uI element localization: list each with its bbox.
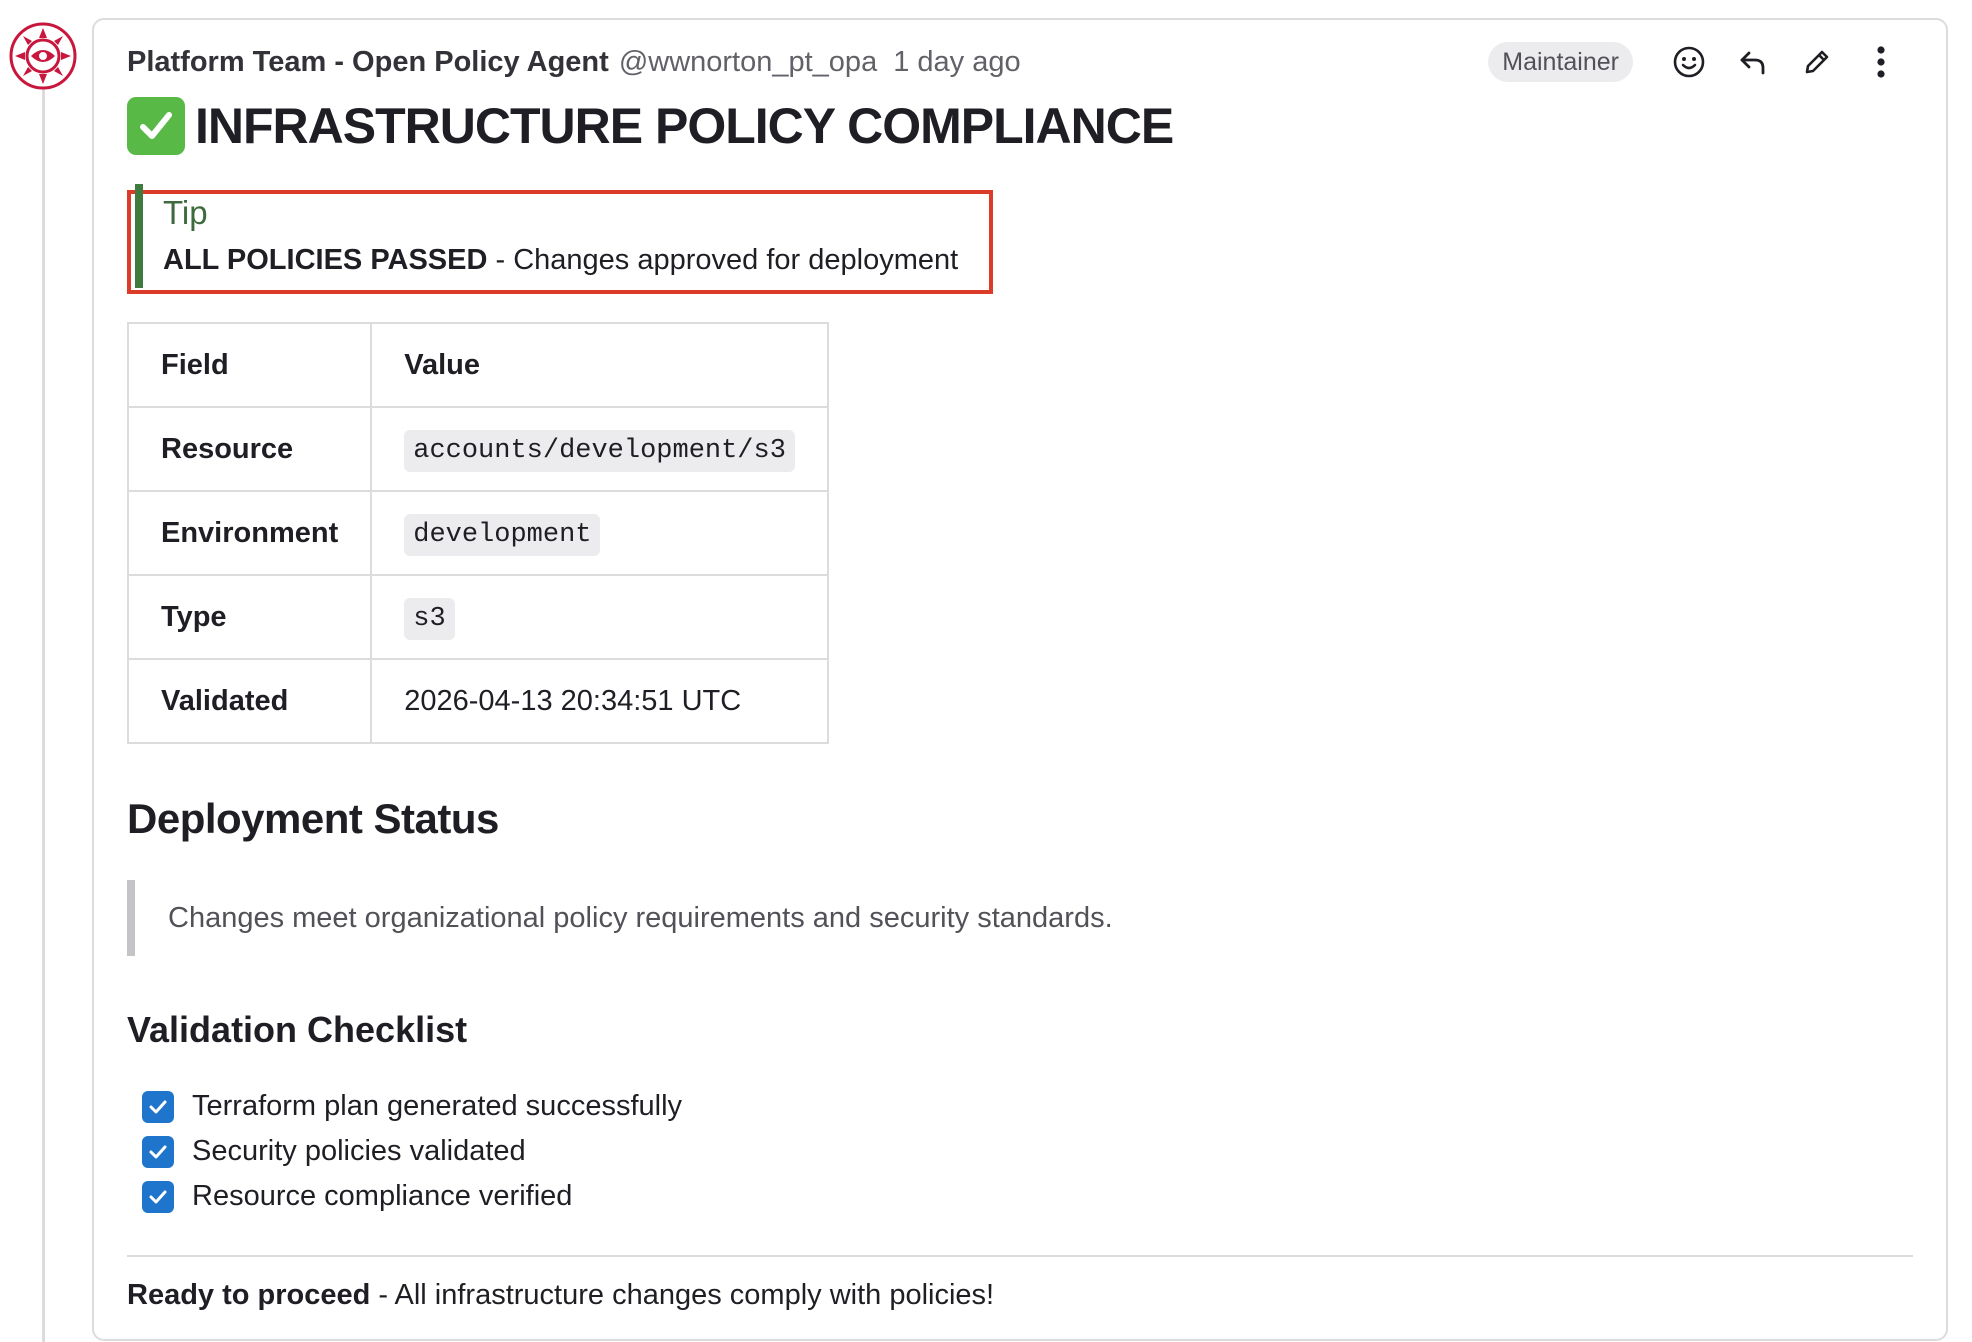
avatar-logo-icon <box>9 22 77 90</box>
checklist-item-label: Security policies validated <box>192 1135 526 1167</box>
checklist-item-label: Resource compliance verified <box>192 1180 573 1212</box>
kebab-menu-icon <box>1877 46 1885 78</box>
tip-text: - Changes approved for deployment <box>487 244 959 276</box>
tip-bold-text: ALL POLICIES PASSED <box>163 244 488 276</box>
tip-alert: Tip ALL POLICIES PASSED - Changes approv… <box>127 184 993 294</box>
note-body: INFRASTRUCTURE POLICY COMPLIANCE Tip ALL… <box>126 90 1913 1312</box>
page-title: INFRASTRUCTURE POLICY COMPLIANCE <box>127 90 1913 162</box>
checkmark-icon <box>149 1145 167 1158</box>
inline-code: development <box>404 514 601 556</box>
table-cell-value: 2026-04-13 20:34:51 UTC <box>370 658 829 744</box>
checklist-item: Security policies validated <box>142 1129 1913 1174</box>
table-cell-value: s3 <box>370 574 829 660</box>
checklist-item-label: Terraform plan generated successfully <box>192 1090 683 1122</box>
emoji-reaction-icon <box>1673 46 1705 78</box>
table-row: Resource accounts/development/s3 <box>126 406 829 492</box>
table-header-field: Field <box>126 322 373 408</box>
validation-checklist: Terraform plan generated successfully Se… <box>127 1084 1913 1219</box>
table-cell-field: Type <box>126 574 373 660</box>
checkbox-checked[interactable] <box>142 1135 174 1168</box>
table-cell-field: Validated <box>126 658 373 744</box>
footer-text: - All infrastructure changes comply with… <box>370 1279 995 1311</box>
edit-button[interactable] <box>1785 40 1849 84</box>
author-handle[interactable]: @wwnorton_pt_opa <box>619 46 877 79</box>
tip-accent-bar <box>135 184 143 288</box>
table-cell-field: Environment <box>126 490 373 576</box>
validation-checklist-heading: Validation Checklist <box>127 1009 468 1050</box>
avatar[interactable] <box>9 22 77 90</box>
deployment-status-heading: Deployment Status <box>127 795 499 842</box>
note-timestamp[interactable]: 1 day ago <box>893 46 1020 79</box>
footer-message: Ready to proceed - All infrastructure ch… <box>127 1279 1913 1312</box>
footer-bold-text: Ready to proceed <box>127 1279 371 1311</box>
check-mark-emoji-icon <box>127 97 185 155</box>
table-row: Type s3 <box>126 574 829 660</box>
inline-code: s3 <box>404 598 455 640</box>
note-card: Platform Team - Open Policy Agent @wwnor… <box>92 18 1948 1341</box>
table-cell-value: development <box>370 490 829 576</box>
note-actions: Maintainer <box>1488 42 1913 82</box>
tip-message: ALL POLICIES PASSED - Changes approved f… <box>163 244 958 277</box>
table-header-value: Value <box>370 322 829 408</box>
add-reaction-button[interactable] <box>1657 40 1721 84</box>
table-header-row: Field Value <box>126 322 829 408</box>
reply-icon <box>1740 51 1765 75</box>
reply-button[interactable] <box>1721 40 1785 84</box>
title-text: INFRASTRUCTURE POLICY COMPLIANCE <box>195 98 1174 154</box>
checkmark-icon <box>149 1190 167 1203</box>
deployment-quote: Changes meet organizational policy requi… <box>127 880 1913 956</box>
table-cell-field: Resource <box>126 406 373 492</box>
table-cell-value: accounts/development/s3 <box>370 406 829 492</box>
more-actions-button[interactable] <box>1849 40 1913 84</box>
checkbox-checked[interactable] <box>142 1090 174 1123</box>
checkbox-checked[interactable] <box>142 1180 174 1213</box>
note-header: Platform Team - Open Policy Agent @wwnor… <box>127 42 1913 82</box>
author-name[interactable]: Platform Team - Open Policy Agent <box>127 46 609 79</box>
checklist-item: Terraform plan generated successfully <box>142 1084 1913 1129</box>
inline-code: accounts/development/s3 <box>404 430 795 472</box>
checkmark-icon <box>149 1100 167 1113</box>
checklist-item: Resource compliance verified <box>142 1174 1913 1219</box>
divider <box>127 1255 1913 1257</box>
details-table: Field Value Resource accounts/developmen… <box>126 322 829 744</box>
timeline-line <box>42 85 45 1342</box>
table-row: Environment development <box>126 490 829 576</box>
tip-label: Tip <box>163 194 208 231</box>
table-row: Validated 2026-04-13 20:34:51 UTC <box>126 658 829 744</box>
pencil-icon <box>1805 50 1829 74</box>
role-badge: Maintainer <box>1488 42 1633 82</box>
